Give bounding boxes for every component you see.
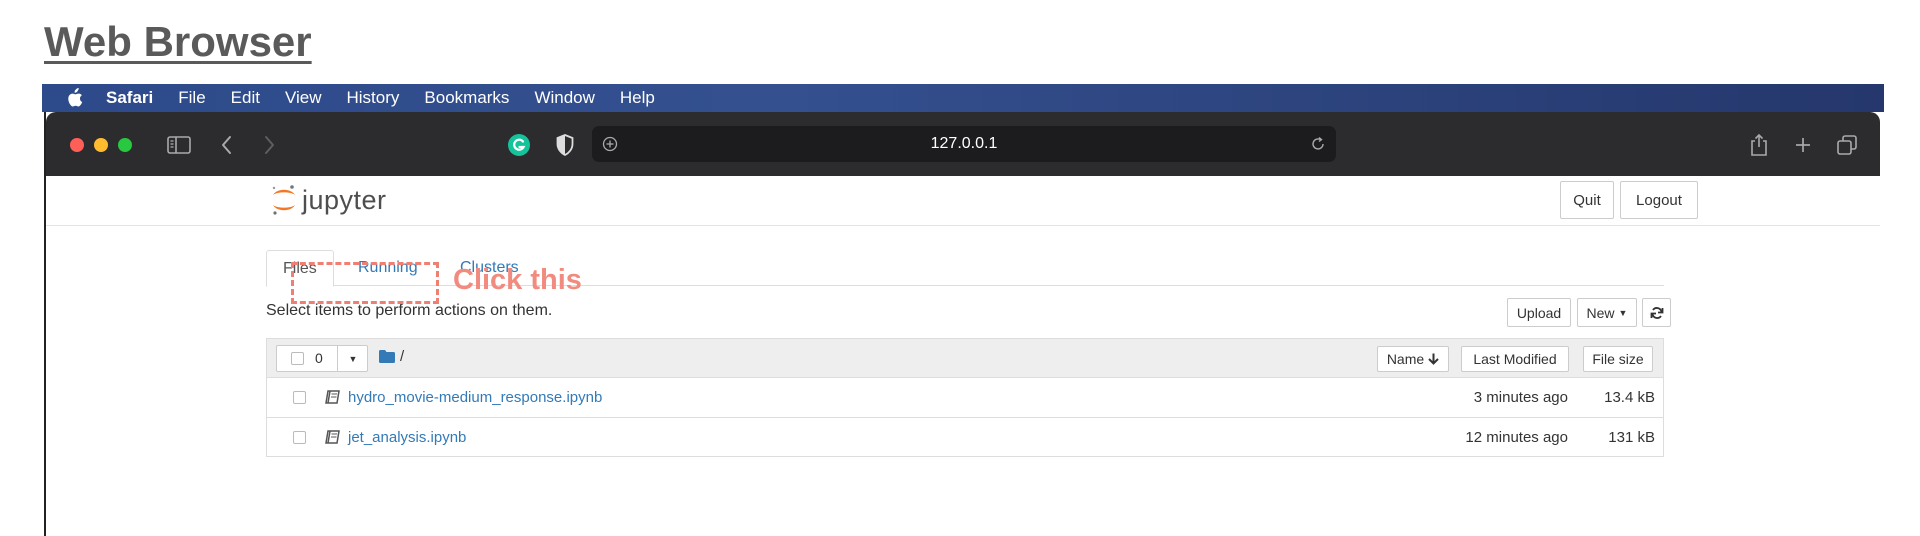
select-instructions: Select items to perform actions on them. — [266, 302, 553, 319]
file-size: 131 kB — [1608, 429, 1655, 446]
jupyter-logo-icon — [272, 185, 295, 215]
url-text: 127.0.0.1 — [930, 135, 998, 152]
refresh-icon — [1650, 306, 1663, 319]
sidebar-icon[interactable] — [164, 130, 194, 160]
selected-count: 0 — [315, 350, 323, 366]
share-icon[interactable] — [1744, 130, 1774, 160]
caret-down-icon: ▼ — [1618, 307, 1628, 318]
grammarly-icon[interactable] — [504, 130, 534, 160]
menu-window[interactable]: Window — [534, 88, 594, 108]
browser-window: 127.0.0.1 jupyter Quit Logout Files Runn… — [44, 112, 1880, 536]
reload-icon[interactable] — [1308, 134, 1328, 154]
jupyter-header: jupyter Quit Logout — [46, 176, 1880, 226]
new-button[interactable]: New ▼ — [1577, 298, 1637, 327]
menu-bar: Safari File Edit View History Bookmarks … — [42, 84, 1884, 112]
new-button-label: New — [1586, 304, 1615, 321]
select-dropdown-button[interactable]: ▼ — [337, 346, 368, 371]
menu-history[interactable]: History — [347, 88, 400, 108]
quit-button[interactable]: Quit — [1560, 181, 1614, 219]
file-list-header: 0 ▼ / Name Last Modified File size — [267, 339, 1663, 378]
page-title: Web Browser — [44, 18, 312, 65]
shield-icon[interactable] — [550, 130, 580, 160]
browser-toolbar: 127.0.0.1 — [46, 112, 1880, 176]
file-modified: 12 minutes ago — [1465, 429, 1568, 446]
select-all-checkbox[interactable] — [291, 352, 304, 365]
new-tab-icon[interactable] — [1788, 130, 1818, 160]
minimize-window-button[interactable] — [94, 138, 108, 152]
menu-help[interactable]: Help — [620, 88, 655, 108]
menu-edit[interactable]: Edit — [231, 88, 260, 108]
notebook-icon — [325, 429, 341, 445]
menu-file[interactable]: File — [178, 88, 205, 108]
file-row[interactable]: jet_analysis.ipynb 12 minutes ago 131 kB — [267, 417, 1663, 456]
row-checkbox[interactable] — [293, 391, 306, 404]
target-highlight-box — [291, 262, 439, 304]
jupyter-logo-text: jupyter — [302, 184, 387, 215]
notebook-icon — [325, 389, 341, 405]
logout-button[interactable]: Logout — [1620, 181, 1698, 219]
zoom-window-button[interactable] — [118, 138, 132, 152]
menu-view[interactable]: View — [285, 88, 322, 108]
file-size: 13.4 kB — [1604, 389, 1655, 406]
folder-icon[interactable] — [379, 350, 395, 368]
file-row[interactable]: hydro_movie-medium_response.ipynb 3 minu… — [267, 378, 1663, 417]
menu-safari[interactable]: Safari — [106, 88, 153, 108]
row-checkbox[interactable] — [293, 431, 306, 444]
menu-bookmarks[interactable]: Bookmarks — [424, 88, 509, 108]
forward-icon[interactable] — [254, 130, 284, 160]
sort-name-label: Name — [1386, 351, 1425, 367]
click-instruction-label: Click this — [453, 264, 582, 296]
sort-file-size-button[interactable]: File size — [1583, 346, 1653, 372]
address-bar[interactable]: 127.0.0.1 — [592, 126, 1336, 162]
select-all-group: 0 ▼ — [276, 345, 368, 372]
upload-button[interactable]: Upload — [1507, 298, 1571, 327]
close-window-button[interactable] — [70, 138, 84, 152]
apple-icon[interactable] — [64, 88, 84, 108]
jupyter-logo[interactable]: jupyter — [270, 183, 387, 217]
arrow-down-icon — [1428, 353, 1439, 365]
sort-name-button[interactable]: Name — [1377, 346, 1449, 372]
file-link[interactable]: jet_analysis.ipynb — [348, 429, 466, 446]
file-modified: 3 minutes ago — [1473, 389, 1568, 406]
tabs-overview-icon[interactable] — [1832, 130, 1862, 160]
refresh-button[interactable] — [1642, 298, 1671, 327]
page-content: jupyter Quit Logout Files Running Cluste… — [46, 176, 1880, 536]
sort-last-modified-button[interactable]: Last Modified — [1461, 346, 1569, 372]
breadcrumb[interactable]: / — [400, 348, 404, 365]
back-icon[interactable] — [212, 130, 242, 160]
screen: Safari File Edit View History Bookmarks … — [42, 84, 1884, 536]
file-list: 0 ▼ / Name Last Modified File size hydro… — [266, 338, 1664, 457]
file-link[interactable]: hydro_movie-medium_response.ipynb — [348, 389, 602, 406]
